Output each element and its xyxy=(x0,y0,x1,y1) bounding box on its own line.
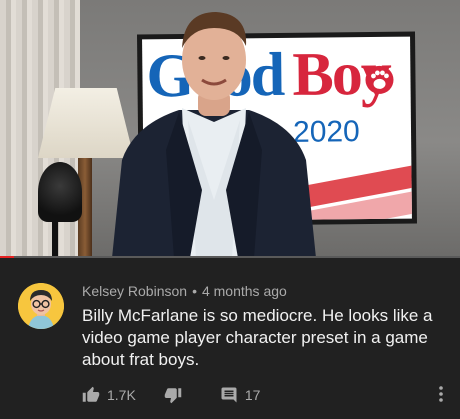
avatar-illustration xyxy=(18,283,64,329)
video-progress-bar[interactable] xyxy=(0,256,460,258)
thumbs-up-icon[interactable] xyxy=(82,386,100,404)
more-vert-icon[interactable] xyxy=(436,384,446,404)
comment-author[interactable]: Kelsey Robinson xyxy=(82,283,187,299)
comment-timestamp[interactable]: 4 months ago xyxy=(202,283,287,299)
studio-light xyxy=(38,162,82,222)
man-figure xyxy=(112,12,316,258)
meta-separator: • xyxy=(192,283,197,299)
comment: Kelsey Robinson • 4 months ago Billy McFar… xyxy=(0,259,460,419)
thumbs-down-icon[interactable] xyxy=(164,386,182,404)
video-progress-fill xyxy=(0,256,14,258)
reply-icon[interactable] xyxy=(220,386,238,404)
comment-meta: Kelsey Robinson • 4 months ago xyxy=(82,283,287,299)
video-thumbnail[interactable]: Good Boy 2020 xyxy=(0,0,460,258)
like-count: 1.7K xyxy=(107,387,136,403)
avatar[interactable] xyxy=(18,283,64,329)
paw-icon xyxy=(365,65,394,94)
comment-text: Billy McFarlane is so mediocre. He looks… xyxy=(82,306,433,369)
comment-actions: 1.7K 17 xyxy=(82,385,260,405)
reply-count: 17 xyxy=(244,387,261,403)
studio-light-stand xyxy=(52,220,58,258)
